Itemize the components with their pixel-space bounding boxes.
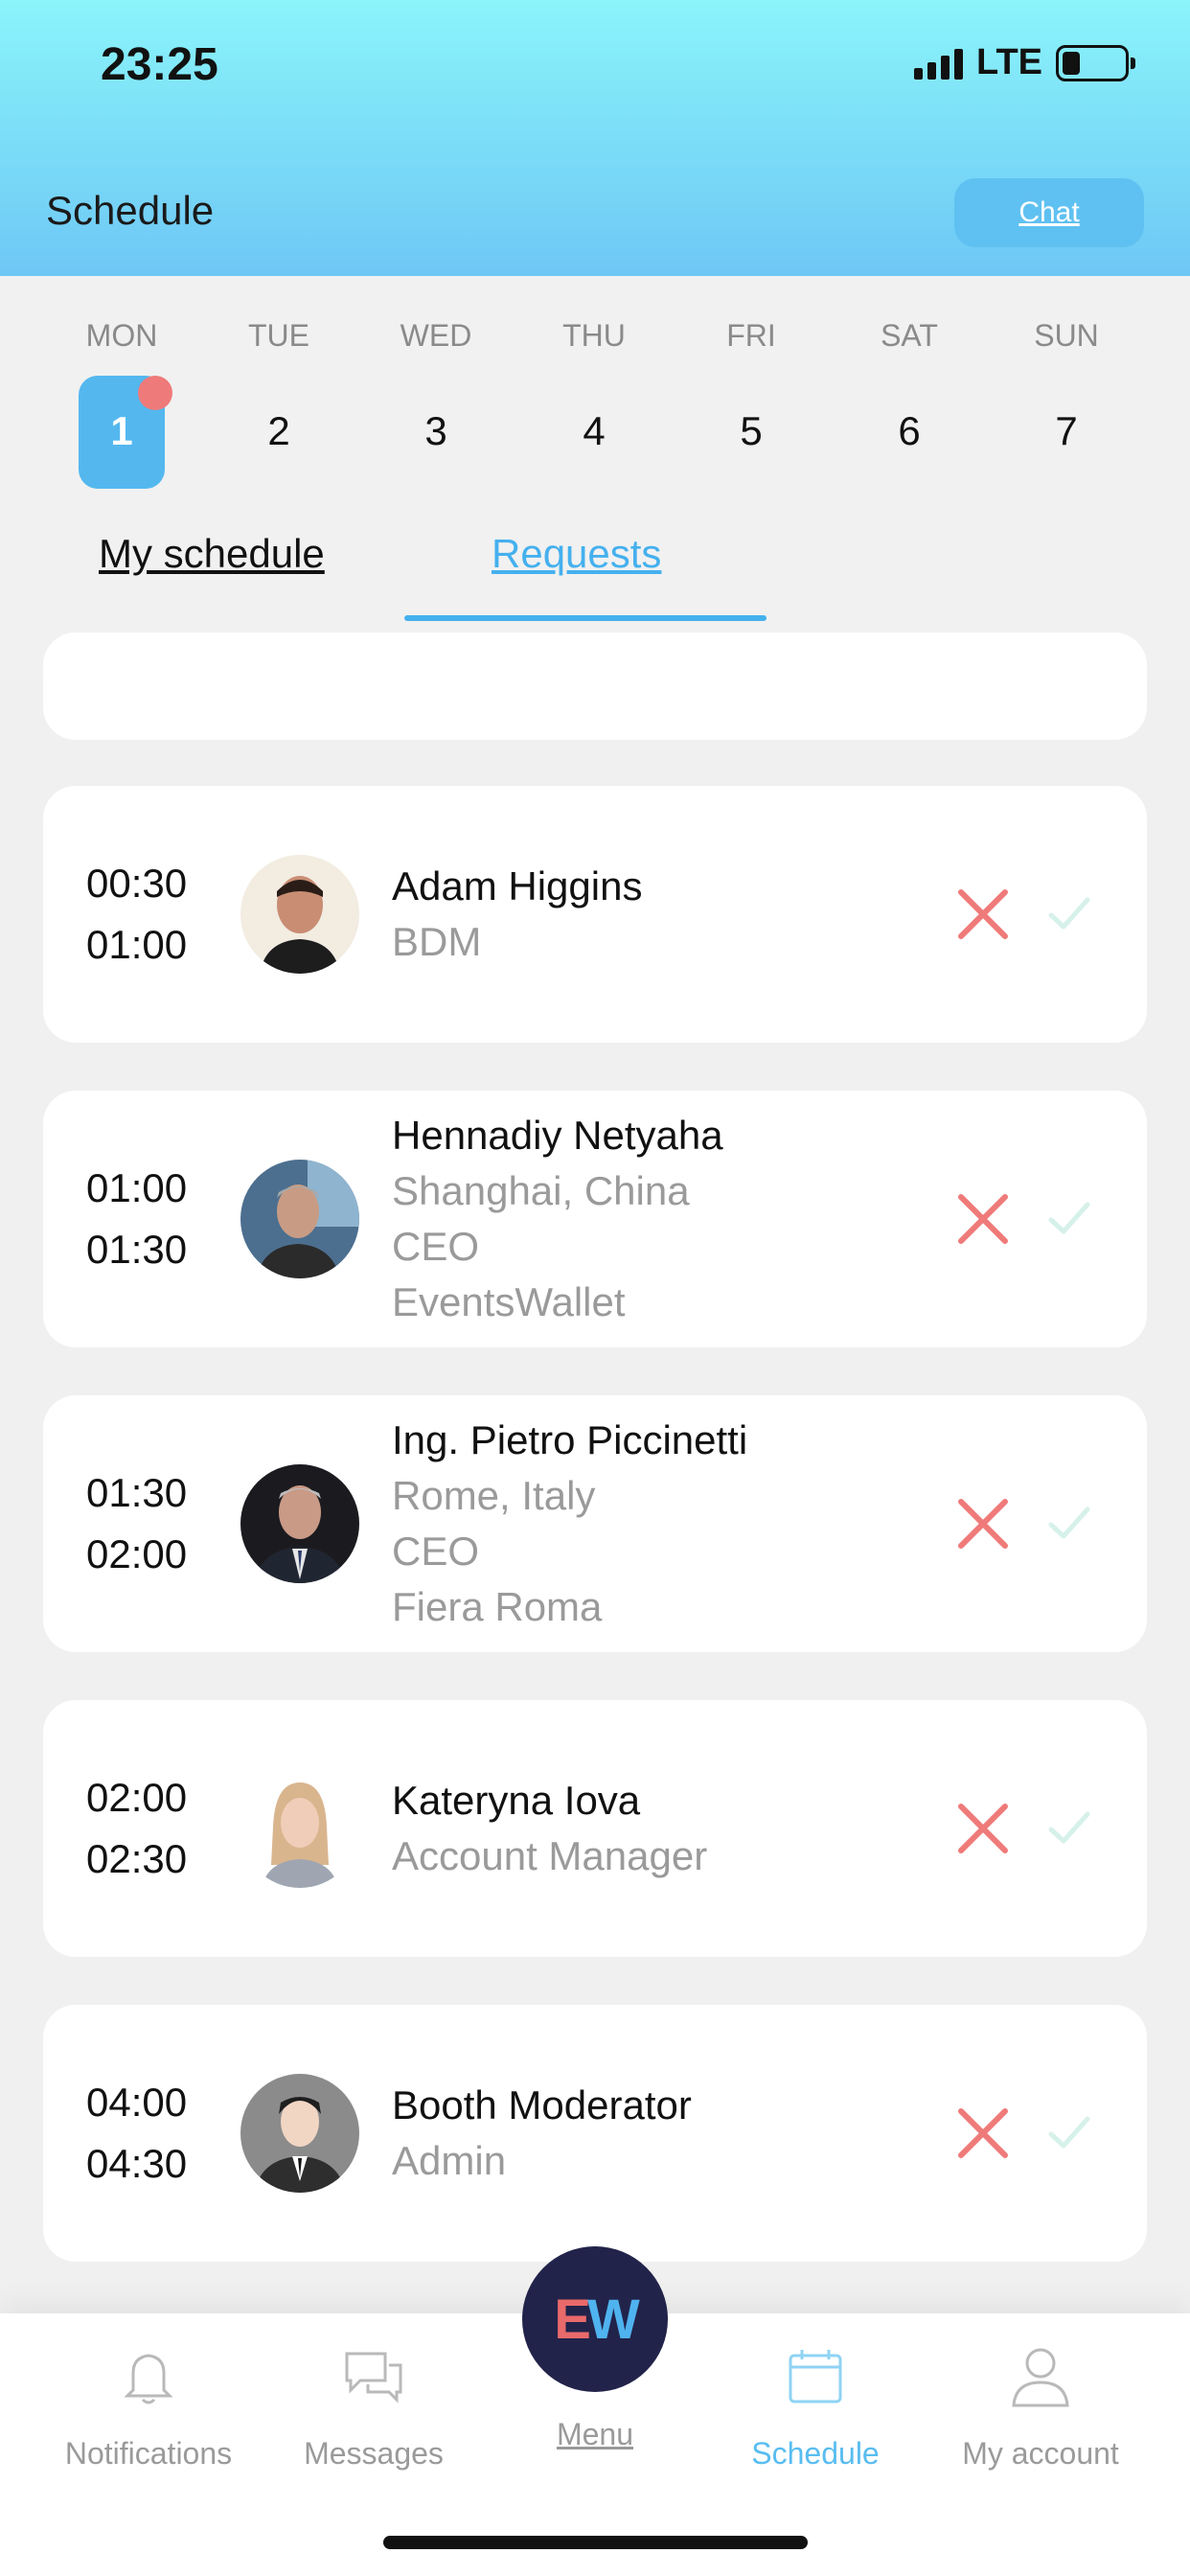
day-date: 7 xyxy=(1055,408,1078,453)
start-time: 02:00 xyxy=(86,1775,188,1820)
bell-icon xyxy=(124,2354,173,2404)
reject-icon[interactable] xyxy=(955,1191,1011,1247)
request-card[interactable]: 02:00 02:30 Kateryna Iova Account Manage… xyxy=(43,1700,1147,1957)
day-date: 3 xyxy=(424,408,447,453)
person-name: Kateryna Iova xyxy=(392,1778,641,1823)
nav-label: Schedule xyxy=(751,2436,880,2471)
accept-icon[interactable] xyxy=(1045,1500,1093,1548)
day-name: SUN xyxy=(1034,318,1099,353)
app-header: 23:25 LTE Schedule Chat xyxy=(0,0,1190,276)
nav-label: Notifications xyxy=(64,2436,233,2471)
calendar-icon xyxy=(789,2350,842,2404)
reject-icon[interactable] xyxy=(955,1496,1011,1552)
day-name: THU xyxy=(562,318,626,353)
chat-bubbles-icon xyxy=(345,2352,402,2404)
day-name: FRI xyxy=(726,318,776,353)
tab-requests[interactable]: Requests xyxy=(492,531,661,577)
person-info: Hennadiy Netyaha Shanghai, China CEO Eve… xyxy=(392,1108,723,1330)
day-name: WED xyxy=(400,318,472,353)
person-company: Fiera Roma xyxy=(392,1584,603,1629)
status-icons: LTE xyxy=(914,42,1135,83)
logo-letter-w: W xyxy=(586,2288,640,2351)
user-icon xyxy=(1012,2348,1069,2407)
time-slot: 04:00 04:30 xyxy=(86,2072,187,2195)
person-name: Booth Moderator xyxy=(392,2082,692,2128)
request-card[interactable]: 00:30 01:00 Adam Higgins BDM xyxy=(43,786,1147,1043)
request-card-partial xyxy=(43,632,1147,740)
time-slot: 00:30 01:00 xyxy=(86,853,187,976)
day-date: 5 xyxy=(740,408,763,453)
day-date: 2 xyxy=(267,408,290,453)
accept-icon[interactable] xyxy=(1045,890,1093,938)
logo-letter-e: E xyxy=(554,2288,591,2351)
person-name: Hennadiy Netyaha xyxy=(392,1113,723,1158)
request-card[interactable]: 01:30 02:00 Ing. Pietro Piccinetti Rome,… xyxy=(43,1395,1147,1652)
start-time: 00:30 xyxy=(86,861,188,906)
active-tab-indicator xyxy=(404,615,767,621)
page-title: Schedule xyxy=(46,188,215,233)
time-slot: 01:30 02:00 xyxy=(86,1462,187,1585)
reject-icon[interactable] xyxy=(955,1801,1011,1856)
nav-label: My account xyxy=(962,2436,1119,2471)
person-role: CEO xyxy=(392,1529,480,1574)
person-role: Admin xyxy=(392,2138,507,2183)
notification-dot xyxy=(138,376,172,410)
person-company: EventsWallet xyxy=(392,1279,626,1324)
day-name: MON xyxy=(85,318,158,353)
tab-my-schedule[interactable]: My schedule xyxy=(99,531,325,577)
avatar xyxy=(240,1160,359,1278)
menu-label[interactable]: Menu xyxy=(522,2417,668,2452)
network-type: LTE xyxy=(976,42,1042,82)
person-info: Ing. Pietro Piccinetti Rome, Italy CEO F… xyxy=(392,1413,747,1635)
avatar xyxy=(240,1464,359,1583)
week-calendar: MON 1 TUE 2 WED 3 THU 4 FRI 5 SAT 6 SUN … xyxy=(0,276,1190,678)
person-info: Kateryna Iova Account Manager xyxy=(392,1773,707,1884)
end-time: 04:30 xyxy=(86,2141,188,2186)
time-slot: 01:00 01:30 xyxy=(86,1158,187,1280)
day-date: 4 xyxy=(583,408,606,453)
end-time: 02:00 xyxy=(86,1531,188,1576)
reject-icon[interactable] xyxy=(955,886,1011,942)
status-time: 23:25 xyxy=(101,39,218,90)
accept-icon[interactable] xyxy=(1045,2109,1093,2157)
day-date: 6 xyxy=(898,408,921,453)
home-indicator[interactable] xyxy=(383,2536,808,2549)
end-time: 01:00 xyxy=(86,922,188,967)
accept-icon[interactable] xyxy=(1045,1195,1093,1243)
end-time: 02:30 xyxy=(86,1836,188,1881)
signal-icon xyxy=(914,47,964,80)
accept-icon[interactable] xyxy=(1045,1805,1093,1852)
person-name: Ing. Pietro Piccinetti xyxy=(392,1417,748,1462)
request-card[interactable]: 01:00 01:30 Hennadiy Netyaha Shanghai, C… xyxy=(43,1091,1147,1347)
person-role: CEO xyxy=(392,1224,480,1269)
avatar xyxy=(240,1769,359,1888)
nav-label: Messages xyxy=(304,2436,444,2471)
day-name: SAT xyxy=(881,318,938,353)
menu-button[interactable]: EW xyxy=(522,2246,668,2392)
start-time: 04:00 xyxy=(86,2080,188,2125)
time-slot: 02:00 02:30 xyxy=(86,1767,187,1890)
person-info: Adam Higgins BDM xyxy=(392,859,642,970)
person-role: Account Manager xyxy=(392,1833,708,1878)
battery-icon xyxy=(1056,44,1135,81)
person-location: Shanghai, China xyxy=(392,1168,690,1213)
request-card[interactable]: 04:00 04:30 Booth Moderator Admin xyxy=(43,2005,1147,2262)
person-name: Adam Higgins xyxy=(392,863,643,908)
person-location: Rome, Italy xyxy=(392,1473,596,1518)
chat-button[interactable]: Chat xyxy=(954,178,1144,247)
day-name: TUE xyxy=(248,318,309,353)
avatar xyxy=(240,855,359,974)
start-time: 01:30 xyxy=(86,1470,188,1515)
reject-icon[interactable] xyxy=(955,2105,1011,2161)
start-time: 01:00 xyxy=(86,1165,188,1210)
person-info: Booth Moderator Admin xyxy=(392,2078,692,2189)
avatar xyxy=(240,2074,359,2193)
person-role: BDM xyxy=(392,919,482,964)
day-date: 1 xyxy=(110,408,133,453)
end-time: 01:30 xyxy=(86,1227,188,1272)
